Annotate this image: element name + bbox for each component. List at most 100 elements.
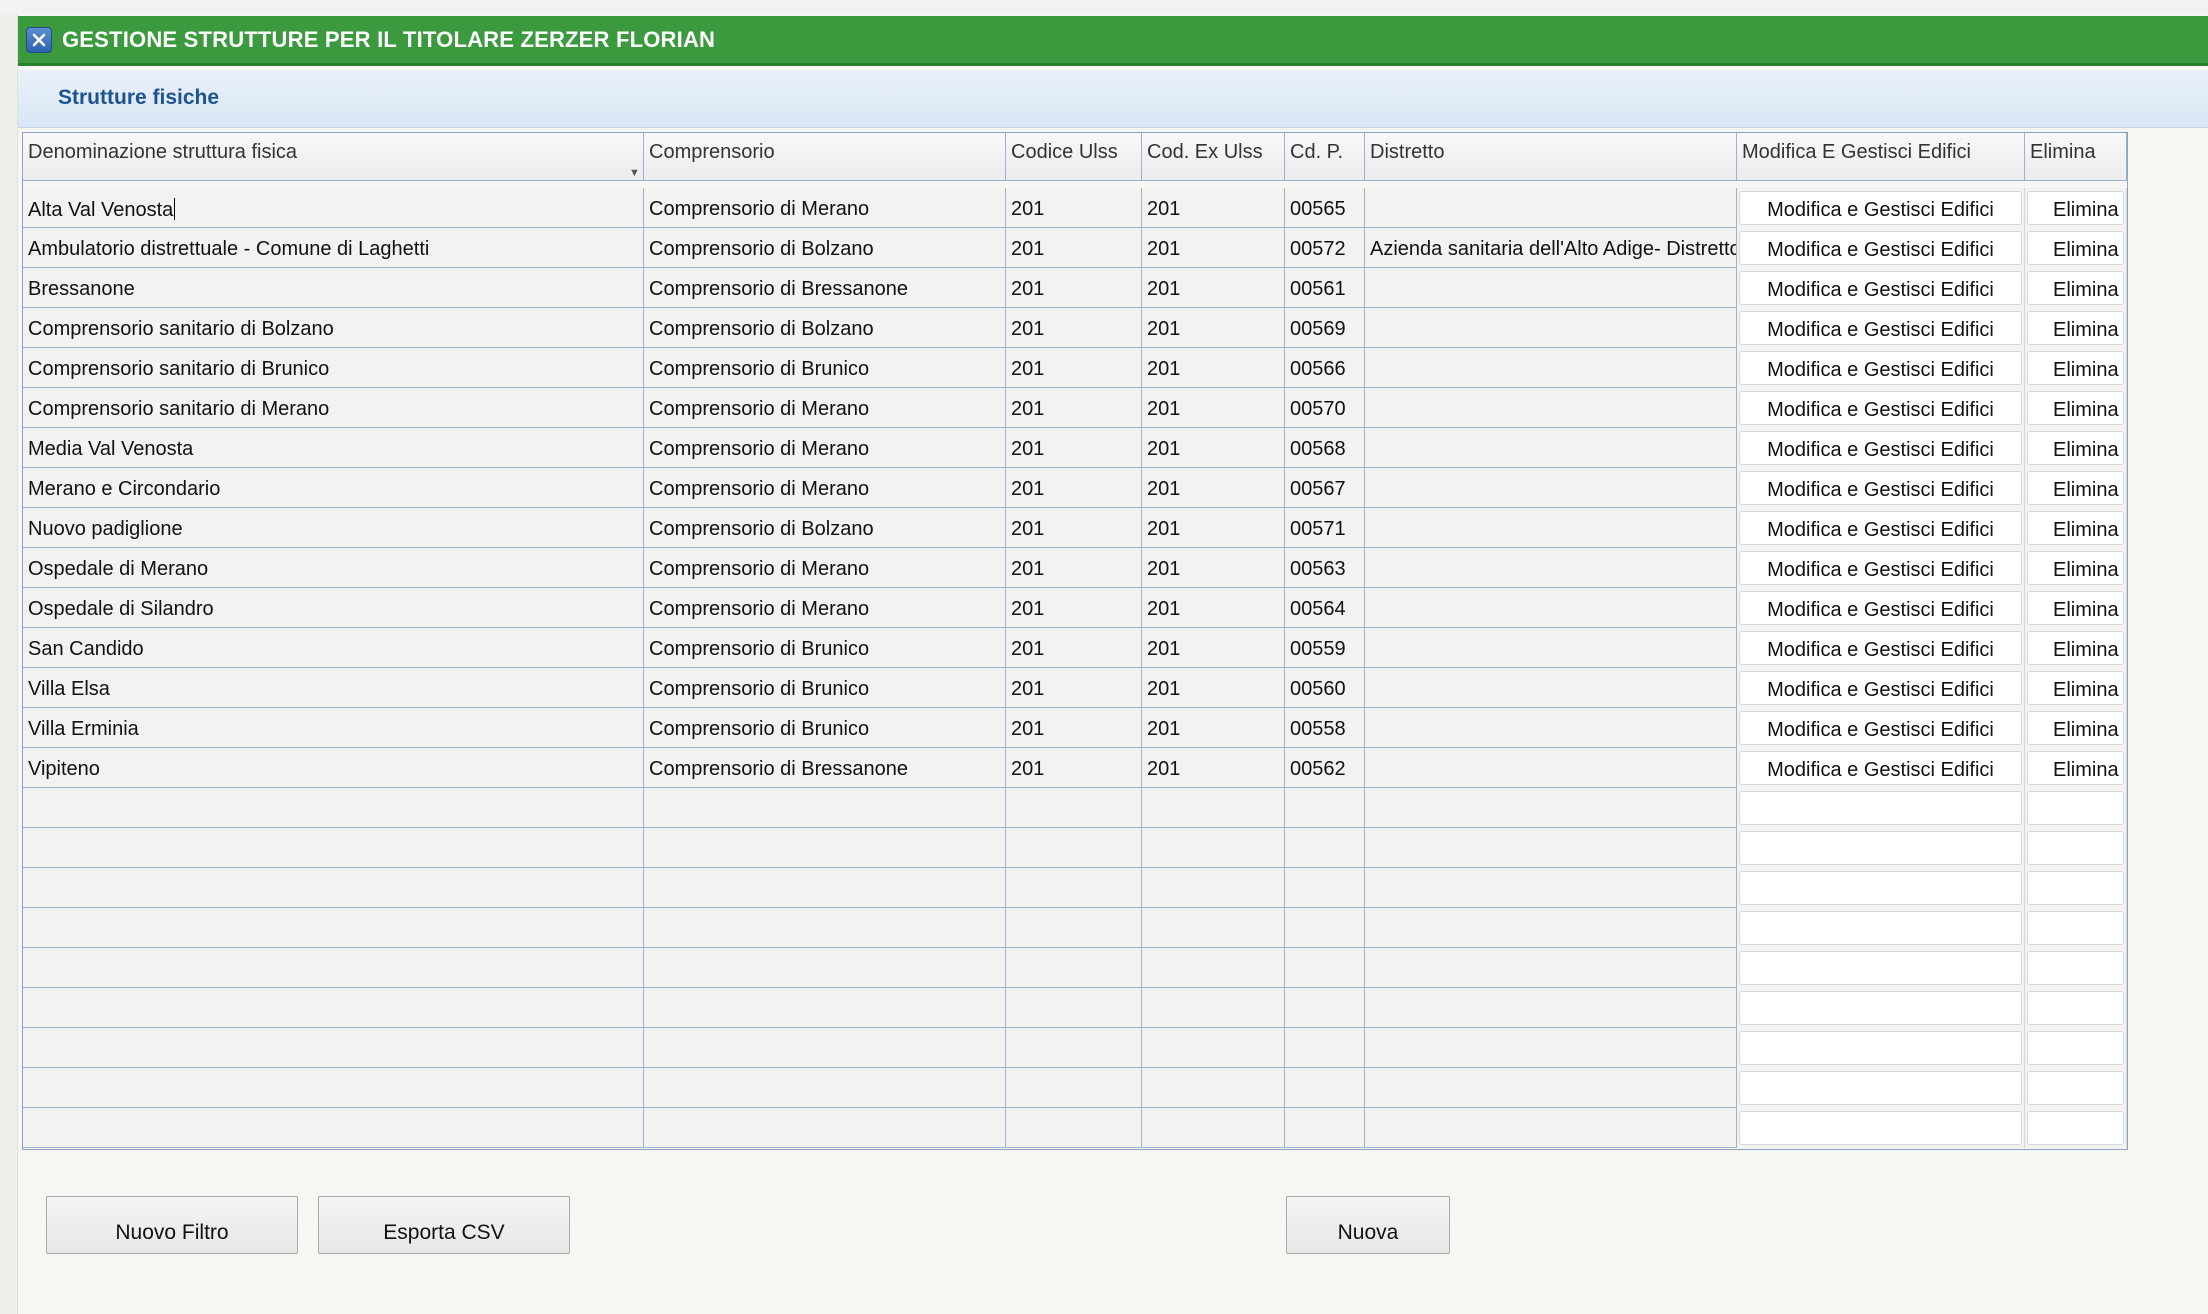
table-row[interactable]: Ambulatorio distrettuale - Comune di Lag… [23,228,2127,268]
cell-cd-p[interactable]: 00568 [1285,428,1365,468]
delete-button[interactable]: Elimina [2027,311,2124,345]
cell-cd-p[interactable] [1285,988,1365,1028]
table-row[interactable]: Nuovo padiglione Comprensorio di Bolzano 2… [23,508,2127,548]
cell-comprensorio[interactable]: Comprensorio di Merano [644,548,1006,588]
table-row[interactable]: Ospedale di Merano Comprensorio di Merano… [23,548,2127,588]
delete-button[interactable]: Elimina [2027,631,2124,665]
cell-distretto[interactable] [1365,508,1737,548]
cell-cd-p[interactable] [1285,1028,1365,1068]
header-comprensorio[interactable]: Comprensorio [644,133,1006,181]
edit-manage-buildings-button[interactable]: Modifica e Gestisci Edifici [1739,511,2022,545]
cell-cd-p[interactable]: 00567 [1285,468,1365,508]
table-row[interactable]: Media Val Venosta Comprensorio di Merano 2… [23,428,2127,468]
edit-manage-buildings-button[interactable]: Modifica e Gestisci Edifici [1739,551,2022,585]
table-row[interactable]: Comprensorio sanitario di Bolzano Compren… [23,308,2127,348]
cell-distretto[interactable] [1365,908,1737,948]
cell-cod-ex-ulss[interactable] [1142,788,1285,828]
cell-cod-ex-ulss[interactable]: 201 [1142,748,1285,788]
delete-button[interactable]: Elimina [2027,431,2124,465]
cell-cod-ex-ulss[interactable]: 201 [1142,668,1285,708]
header-codice-ulss[interactable]: Codice Ulss [1006,133,1142,181]
cell-distretto[interactable]: Azienda sanitaria dell'Alto Adige- Distr… [1365,228,1737,268]
edit-manage-buildings-button[interactable]: Modifica e Gestisci Edifici [1739,391,2022,425]
cell-codice-ulss[interactable]: 201 [1006,708,1142,748]
header-denominazione[interactable]: Denominazione struttura fisica ▼ [23,133,644,181]
cell-codice-ulss[interactable] [1006,948,1142,988]
cell-distretto[interactable] [1365,268,1737,308]
cell-codice-ulss[interactable] [1006,828,1142,868]
cell-cod-ex-ulss[interactable]: 201 [1142,188,1285,228]
cell-codice-ulss[interactable] [1006,868,1142,908]
cell-cod-ex-ulss[interactable]: 201 [1142,708,1285,748]
table-row[interactable]: Comprensorio sanitario di Brunico Compren… [23,348,2127,388]
cell-distretto[interactable] [1365,668,1737,708]
cell-denominazione[interactable]: Merano e Circondario [23,468,644,508]
cell-cd-p[interactable] [1285,828,1365,868]
header-cod-ex-ulss[interactable]: Cod. Ex Ulss [1142,133,1285,181]
cell-codice-ulss[interactable]: 201 [1006,468,1142,508]
cell-cd-p[interactable] [1285,1108,1365,1148]
cell-cod-ex-ulss[interactable]: 201 [1142,428,1285,468]
cell-codice-ulss[interactable]: 201 [1006,268,1142,308]
empty-table-row[interactable] [23,788,2127,828]
cell-cod-ex-ulss[interactable] [1142,1108,1285,1148]
header-modifica[interactable]: Modifica E Gestisci Edifici [1737,133,2025,181]
cell-codice-ulss[interactable] [1006,788,1142,828]
cell-comprensorio[interactable]: Comprensorio di Merano [644,388,1006,428]
cell-denominazione[interactable] [23,1068,644,1108]
cell-denominazione[interactable]: Bressanone [23,268,644,308]
cell-comprensorio[interactable] [644,1068,1006,1108]
cell-codice-ulss[interactable] [1006,1068,1142,1108]
cell-denominazione[interactable]: Villa Elsa [23,668,644,708]
delete-button[interactable]: Elimina [2027,471,2124,505]
delete-button[interactable]: Elimina [2027,751,2124,785]
cell-codice-ulss[interactable]: 201 [1006,188,1142,228]
cell-denominazione[interactable] [23,1108,644,1148]
cell-cd-p[interactable]: 00559 [1285,628,1365,668]
cell-distretto[interactable] [1365,788,1737,828]
header-cd-p[interactable]: Cd. P. [1285,133,1365,181]
cell-codice-ulss[interactable]: 201 [1006,628,1142,668]
edit-manage-buildings-button[interactable]: Modifica e Gestisci Edifici [1739,311,2022,345]
empty-table-row[interactable] [23,1028,2127,1068]
edit-manage-buildings-button[interactable]: Modifica e Gestisci Edifici [1739,351,2022,385]
cell-distretto[interactable] [1365,468,1737,508]
cell-cod-ex-ulss[interactable]: 201 [1142,588,1285,628]
cell-denominazione[interactable] [23,908,644,948]
delete-button[interactable]: Elimina [2027,711,2124,745]
table-row[interactable]: San Candido Comprensorio di Brunico 201 201… [23,628,2127,668]
cell-codice-ulss[interactable]: 201 [1006,668,1142,708]
cell-cd-p[interactable]: 00566 [1285,348,1365,388]
cell-denominazione[interactable]: Media Val Venosta [23,428,644,468]
cell-denominazione[interactable]: Vipiteno [23,748,644,788]
cell-codice-ulss[interactable] [1006,988,1142,1028]
edit-manage-buildings-button[interactable]: Modifica e Gestisci Edifici [1739,671,2022,705]
cell-cod-ex-ulss[interactable]: 201 [1142,308,1285,348]
new-filter-button[interactable]: Nuovo Filtro [46,1196,298,1254]
cell-cod-ex-ulss[interactable]: 201 [1142,228,1285,268]
cell-cd-p[interactable] [1285,908,1365,948]
cell-comprensorio[interactable]: Comprensorio di Bressanone [644,748,1006,788]
cell-cod-ex-ulss[interactable]: 201 [1142,508,1285,548]
empty-table-row[interactable] [23,828,2127,868]
table-row[interactable]: Comprensorio sanitario di Merano Comprens… [23,388,2127,428]
cell-cd-p[interactable] [1285,868,1365,908]
edit-manage-buildings-button[interactable]: Modifica e Gestisci Edifici [1739,711,2022,745]
cell-denominazione[interactable]: Alta Val Venosta [23,188,644,228]
cell-distretto[interactable] [1365,428,1737,468]
cell-cod-ex-ulss[interactable]: 201 [1142,468,1285,508]
cell-distretto[interactable] [1365,1028,1737,1068]
edit-manage-buildings-button[interactable]: Modifica e Gestisci Edifici [1739,751,2022,785]
cell-denominazione[interactable]: San Candido [23,628,644,668]
cell-comprensorio[interactable]: Comprensorio di Brunico [644,348,1006,388]
cell-denominazione[interactable] [23,988,644,1028]
cell-distretto[interactable] [1365,868,1737,908]
cell-codice-ulss[interactable]: 201 [1006,348,1142,388]
delete-button[interactable]: Elimina [2027,231,2124,265]
cell-comprensorio[interactable]: Comprensorio di Merano [644,588,1006,628]
cell-comprensorio[interactable] [644,788,1006,828]
cell-comprensorio[interactable] [644,828,1006,868]
cell-comprensorio[interactable]: Comprensorio di Brunico [644,708,1006,748]
cell-cd-p[interactable]: 00558 [1285,708,1365,748]
delete-button[interactable]: Elimina [2027,551,2124,585]
